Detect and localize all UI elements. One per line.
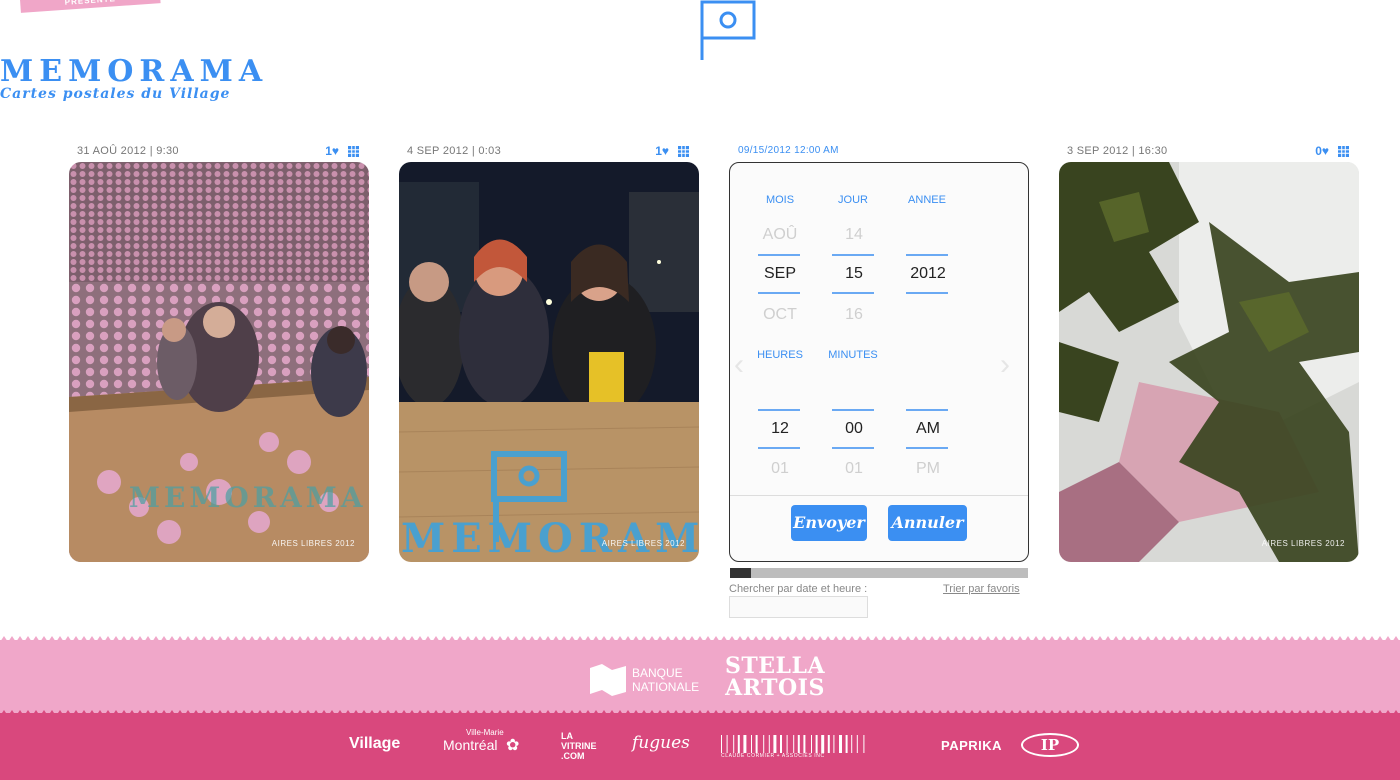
selection-line bbox=[906, 254, 948, 256]
partner-la-vitrine-logo[interactable]: LA VITRINE .COM bbox=[561, 731, 603, 761]
photo-caption: AIRES LIBRES 2012 bbox=[1261, 539, 1345, 548]
barcode-logo-icon bbox=[721, 735, 865, 753]
selection-line bbox=[906, 447, 948, 449]
hour-current[interactable]: 12 bbox=[759, 420, 801, 438]
like-count[interactable]: 0♥ bbox=[1315, 144, 1329, 158]
stella-artois-logo[interactable]: STELLA ARTOIS bbox=[725, 655, 825, 699]
postcard-photo[interactable]: MEMORAMA AIRES LIBRES 2012 bbox=[399, 162, 699, 562]
like-count[interactable]: 1♥ bbox=[325, 144, 339, 158]
scroll-progress-bar[interactable] bbox=[730, 568, 1028, 578]
sponsor-band: BANQUE NATIONALE STELLA ARTOIS bbox=[0, 640, 1400, 713]
postcard-card: 4 SEP 2012 | 0:03 1♥ MEMORAM AIRES LIBRE… bbox=[399, 143, 699, 562]
stella-line-1: STELLA bbox=[725, 653, 826, 679]
day-label: JOUR bbox=[838, 194, 868, 206]
ampm-current[interactable]: AM bbox=[907, 420, 949, 438]
selection-line bbox=[758, 254, 800, 256]
logo-subtitle: Cartes postales du Village bbox=[0, 86, 231, 102]
banque-nationale-logo[interactable]: BANQUE NATIONALE bbox=[632, 666, 699, 694]
minute-current[interactable]: 00 bbox=[833, 420, 875, 438]
postcard-card: 3 SEP 2012 | 16:30 0♥ AIRES LIBRES 2012 bbox=[1059, 143, 1359, 562]
selection-line bbox=[832, 292, 874, 294]
selection-line bbox=[906, 292, 948, 294]
sort-favorites-link[interactable]: Trier par favoris bbox=[943, 583, 1020, 595]
postcard-card: 31 AOÛ 2012 | 9:30 1♥ MEMORAMA AIRES LIB… bbox=[69, 143, 369, 562]
selection-line bbox=[758, 409, 800, 411]
progress-fill bbox=[730, 568, 751, 578]
photo-caption: AIRES LIBRES 2012 bbox=[271, 539, 355, 548]
search-label: Chercher par date et heure : bbox=[729, 583, 868, 595]
bank-line-1: BANQUE bbox=[632, 666, 683, 680]
partner-ville-marie-logo[interactable]: Ville-Marie bbox=[466, 728, 504, 737]
month-current[interactable]: SEP bbox=[759, 265, 801, 283]
search-input[interactable] bbox=[729, 596, 868, 618]
hour-next[interactable]: 01 bbox=[759, 460, 801, 478]
partner-ip-logo[interactable]: IP bbox=[1021, 733, 1079, 757]
partner-paprika-logo[interactable]: PAPRIKA bbox=[941, 738, 1002, 753]
day-next[interactable]: 16 bbox=[833, 306, 875, 324]
day-current[interactable]: 15 bbox=[833, 265, 875, 283]
year-label: ANNEE bbox=[908, 194, 946, 206]
ampm-next[interactable]: PM bbox=[907, 460, 949, 478]
selection-line bbox=[832, 409, 874, 411]
banque-nationale-logo-icon bbox=[590, 664, 626, 696]
logo-title: MEMORAMA bbox=[0, 54, 269, 89]
postcard-photo[interactable]: MEMORAMA AIRES LIBRES 2012 bbox=[69, 162, 369, 562]
year-current[interactable]: 2012 bbox=[907, 265, 949, 283]
cancel-button[interactable]: Annuler bbox=[888, 505, 967, 541]
flag-logo-icon bbox=[700, 0, 756, 60]
svg-text:MEMORAMA: MEMORAMA bbox=[129, 481, 366, 514]
month-prev[interactable]: AOÛ bbox=[759, 226, 801, 244]
hours-label: HEURES bbox=[757, 349, 803, 361]
partner-montreal-logo[interactable]: Montréal bbox=[443, 737, 497, 753]
partner-fugues-logo[interactable]: fugues bbox=[632, 733, 690, 753]
datetime-picker: ‹ › MOIS JOUR ANNEE AOÛ 14 SEP 15 2012 O… bbox=[729, 162, 1029, 562]
month-label: MOIS bbox=[765, 194, 795, 206]
partner-village-logo[interactable]: Village bbox=[349, 735, 400, 753]
postcard-date: 31 AOÛ 2012 | 9:30 bbox=[77, 145, 179, 157]
chevron-right-icon[interactable]: › bbox=[1000, 348, 1010, 382]
montreal-flower-icon: ✿ bbox=[506, 737, 520, 754]
divider bbox=[730, 495, 1028, 496]
selection-line bbox=[906, 409, 948, 411]
grid-icon[interactable] bbox=[678, 146, 689, 157]
postcard-date: 4 SEP 2012 | 0:03 bbox=[407, 145, 501, 157]
minutes-label: MINUTES bbox=[828, 349, 878, 361]
postcard-photo[interactable]: AIRES LIBRES 2012 bbox=[1059, 162, 1359, 562]
selection-line bbox=[832, 447, 874, 449]
chevron-left-icon[interactable]: ‹ bbox=[734, 348, 744, 382]
presente-ribbon: PRÉSENTÉ bbox=[19, 0, 161, 13]
grid-icon[interactable] bbox=[348, 146, 359, 157]
selection-line bbox=[758, 447, 800, 449]
bank-line-2: NATIONALE bbox=[632, 680, 700, 694]
month-next[interactable]: OCT bbox=[759, 306, 801, 324]
partners-band: Village Ville-Marie Montréal ✿ LA VITRIN… bbox=[0, 713, 1400, 780]
like-count[interactable]: 1♥ bbox=[655, 144, 669, 158]
stella-line-2: ARTOIS bbox=[725, 675, 825, 701]
send-button[interactable]: Envoyer bbox=[791, 505, 867, 541]
photo-caption: AIRES LIBRES 2012 bbox=[601, 539, 685, 548]
day-prev[interactable]: 14 bbox=[833, 226, 875, 244]
minute-next[interactable]: 01 bbox=[833, 460, 875, 478]
grid-icon[interactable] bbox=[1338, 146, 1349, 157]
partner-claude-cormier-logo[interactable]: CLAUDE CORMIER + ASSOCIÉS INC bbox=[721, 753, 825, 759]
selection-line bbox=[832, 254, 874, 256]
selection-line bbox=[758, 292, 800, 294]
picker-datetime-header: 09/15/2012 12:00 AM bbox=[738, 145, 839, 156]
postcard-date: 3 SEP 2012 | 16:30 bbox=[1067, 145, 1168, 157]
